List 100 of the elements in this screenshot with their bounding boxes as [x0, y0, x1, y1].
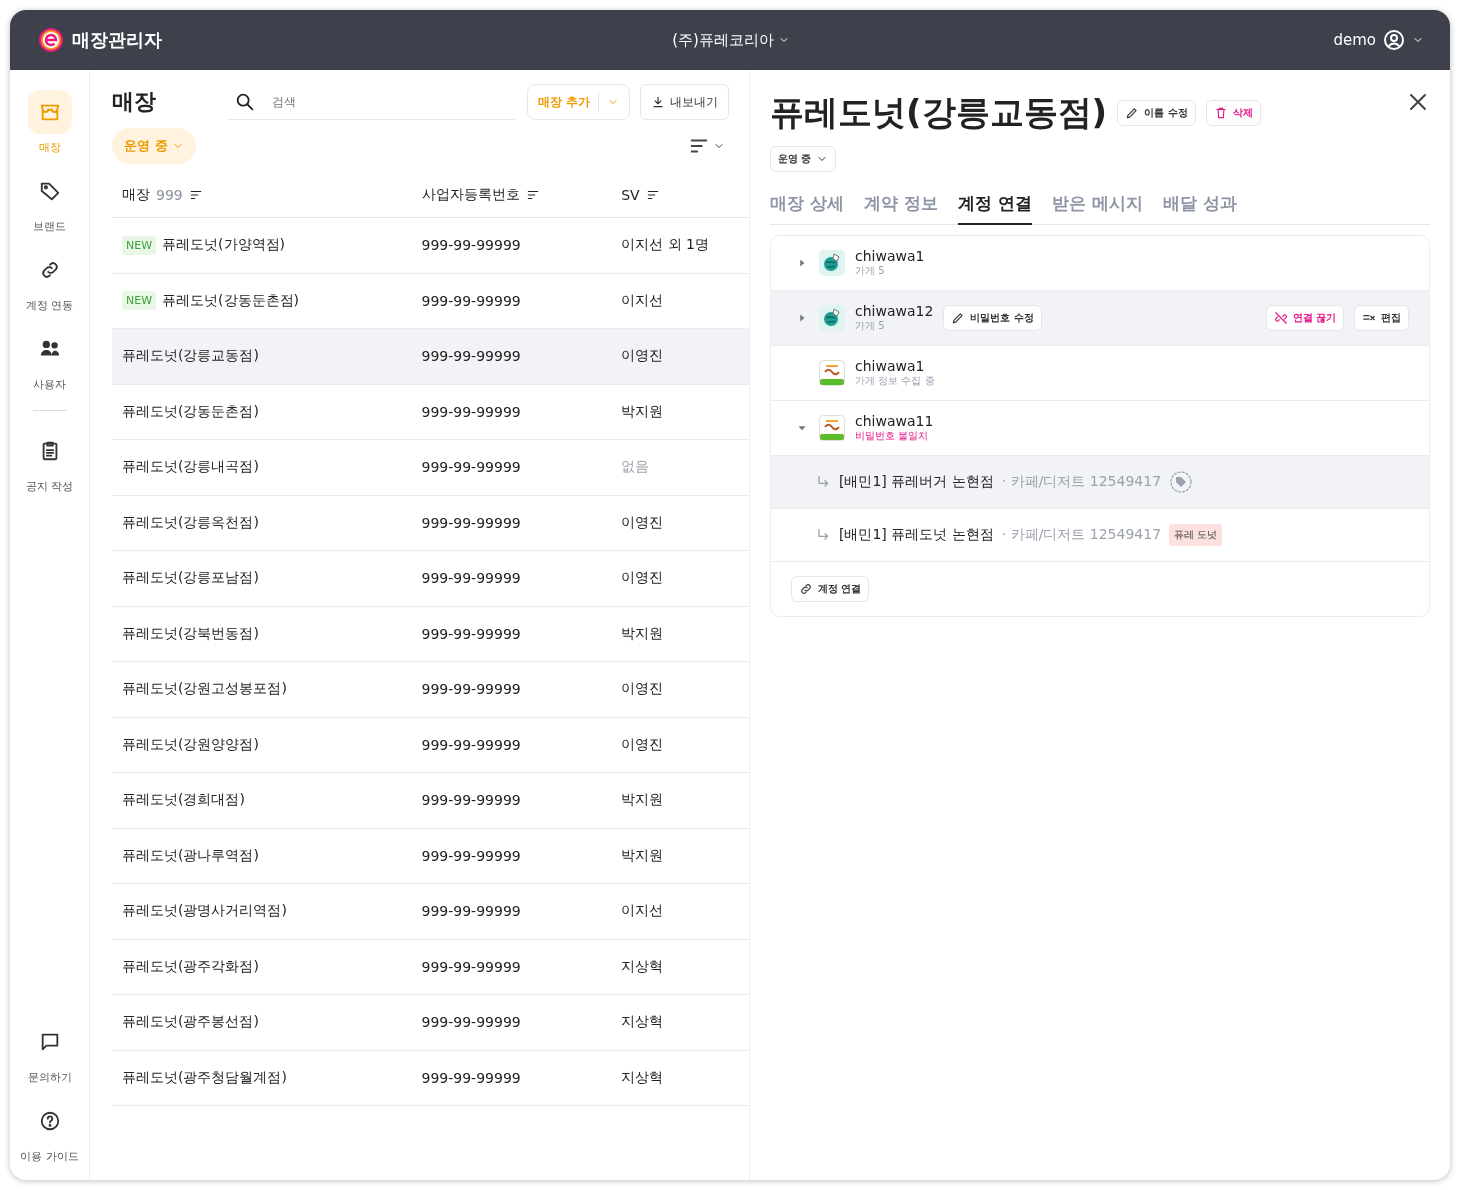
table-row[interactable]: 퓨레도넛(광주각화점) 999-99-99999 지상혁	[112, 939, 749, 995]
table-cell: 퓨레도넛(강릉포남점)	[122, 569, 259, 588]
help-icon	[38, 1110, 61, 1132]
link-account-button[interactable]: 계정 연결	[791, 576, 870, 602]
table-row[interactable]: 퓨레도넛(강릉내곡점) 999-99-99999 없음	[112, 440, 749, 496]
table-cell: 999-99-99999	[421, 625, 521, 642]
unlink-icon	[1273, 311, 1288, 325]
account-status: 비밀번호 불일치	[855, 429, 930, 443]
new-badge: NEW	[122, 235, 157, 255]
nav-item[interactable]: 계정 연동	[14, 248, 85, 313]
new-badge: NEW	[122, 291, 157, 311]
trash-icon	[1213, 106, 1228, 120]
table-cell: 이영진	[621, 569, 664, 588]
edit-password-button[interactable]: 비밀번호 수정	[943, 305, 1042, 331]
platform-icon	[819, 415, 845, 441]
table-cell: 퓨레도넛(경희대점)	[122, 791, 245, 810]
table-row[interactable]: 퓨레도넛(강릉교동점) 999-99-99999 이영진	[112, 329, 749, 385]
table-cell: 지상혁	[621, 957, 664, 976]
account-status: 가게 5	[855, 319, 886, 333]
table-cell: 이영진	[621, 513, 664, 532]
table-cell: 999-99-99999	[421, 403, 521, 420]
nav-item[interactable]: 이용 가이드	[14, 1099, 85, 1164]
rename-button[interactable]: 이름 수정	[1117, 100, 1196, 126]
linked-store-row[interactable]: [배민1] 퓨레버거 논현점 · 카페/디저트 12549417	[771, 456, 1429, 509]
table-row[interactable]: 퓨레도넛(강원고성봉포점) 999-99-99999 이영진	[112, 662, 749, 718]
table-cell: 999-99-99999	[421, 903, 521, 920]
link-icon	[799, 582, 813, 596]
table-cell: 999-99-99999	[421, 1014, 521, 1031]
table-cell: 999-99-99999	[421, 847, 521, 864]
table-row[interactable]: 퓨레도넛(강원양양점) 999-99-99999 이영진	[112, 717, 749, 773]
table-cell: 이지선	[621, 291, 664, 310]
table-cell: 퓨레도넛(광주각화점)	[122, 957, 259, 976]
table-cell: 퓨레도넛(강원양양점)	[122, 735, 259, 754]
account-status: 가게 정보 수집 중	[855, 374, 935, 388]
search-field[interactable]: 검색	[270, 86, 511, 117]
table-row[interactable]: NEW 퓨레도넛(가양역점) 999-99-99999 이지선 외 1명	[112, 218, 749, 274]
table-cell: 지상혁	[621, 1013, 664, 1032]
disconnect-button[interactable]: 연결 끊기	[1265, 305, 1344, 331]
table-cell: 박지원	[621, 402, 664, 421]
export-button[interactable]: 내보내기	[640, 84, 729, 120]
nav-item[interactable]: 공지 작성	[14, 429, 85, 494]
tab[interactable]: 계정 연결	[957, 188, 1032, 225]
user-icon	[1382, 28, 1406, 52]
platform-icon	[819, 305, 845, 331]
table-row[interactable]: 퓨레도넛(광나루역점) 999-99-99999 박지원	[112, 828, 749, 884]
nav-item[interactable]: 문의하기	[14, 1020, 85, 1085]
table-cell: 퓨레도넛(강원고성봉포점)	[122, 680, 287, 699]
pencil-icon	[1125, 106, 1140, 120]
table-cell: 999-99-99999	[421, 292, 521, 309]
company-selector[interactable]: (주)퓨레코리아	[672, 30, 790, 50]
logo-icon	[38, 27, 64, 53]
table-cell: 999-99-99999	[421, 958, 521, 975]
account-id: chiwawa1	[855, 358, 926, 374]
delete-button[interactable]: 삭제	[1205, 100, 1261, 126]
tag-icon	[38, 180, 61, 202]
table-row[interactable]: 퓨레도넛(강릉옥천점) 999-99-99999 이영진	[112, 495, 749, 551]
table-cell: 퓨레도넛(강릉옥천점)	[122, 513, 259, 532]
table-cell: 퓨레도넛(광주봉선점)	[122, 1013, 259, 1032]
table-cell: 퓨레도넛(광명사거리역점)	[122, 902, 287, 921]
nav-item[interactable]: 사용자	[14, 327, 85, 392]
table-cell: 이영진	[621, 347, 664, 366]
column-header[interactable]: SV	[621, 186, 640, 203]
platform-icon	[819, 360, 845, 386]
table-row[interactable]: 퓨레도넛(강릉포남점) 999-99-99999 이영진	[112, 551, 749, 607]
table-row[interactable]: 퓨레도넛(강북번동점) 999-99-99999 박지원	[112, 606, 749, 662]
edit-button[interactable]: 편집	[1354, 305, 1409, 331]
table-row[interactable]: 퓨레도넛(광명사거리역점) 999-99-99999 이지선	[112, 884, 749, 940]
store-title: 퓨레도넛(강릉교동점)	[770, 91, 1108, 134]
table-cell: 999-99-99999	[421, 459, 521, 476]
column-header[interactable]: 매장	[122, 185, 150, 204]
user-menu[interactable]: demo	[1124, 28, 1424, 52]
table-cell: 이영진	[621, 680, 664, 699]
account-row[interactable]: chiwawa1 가게 정보 수집 중	[771, 346, 1429, 401]
table-cell: 퓨레도넛(가양역점)	[162, 236, 285, 255]
column-header[interactable]: 사업자등록번호	[421, 185, 520, 204]
pencil-icon	[951, 311, 966, 325]
table-cell: 퓨레도넛(강동둔촌점)	[122, 402, 259, 421]
table-cell: 999-99-99999	[421, 237, 521, 254]
status-dropdown[interactable]: 운영 중	[770, 146, 837, 172]
store-category: · 카페/디저트 12549417	[1001, 473, 1162, 491]
table-cell: 999-99-99999	[421, 348, 521, 365]
table-cell: 퓨레도넛(광주청담월계점)	[122, 1068, 287, 1087]
table-cell: 999-99-99999	[421, 792, 521, 809]
table-row[interactable]: 퓨레도넛(강동둔촌점) 999-99-99999 박지원	[112, 384, 749, 440]
nav-item[interactable]: 브랜드	[14, 169, 85, 234]
page-title: 매장	[112, 88, 157, 116]
account-row[interactable]: chiwawa12 가게 5 비밀번호 수정 연결 끊기 편집	[771, 291, 1429, 346]
table-cell: 이영진	[621, 735, 664, 754]
table-cell: 999-99-99999	[421, 736, 521, 753]
table-row[interactable]: 퓨레도넛(광주청담월계점) 999-99-99999 지상혁	[112, 1050, 749, 1106]
table-row[interactable]: 퓨레도넛(광주봉선점) 999-99-99999 지상혁	[112, 995, 749, 1051]
app-title: 매장관리자	[72, 28, 162, 52]
linked-store-name: [배민1] 퓨레버거 논현점	[839, 473, 994, 491]
account-id: chiwawa12	[855, 303, 934, 319]
table-cell: 퓨레도넛(광나루역점)	[122, 846, 259, 865]
table-cell: 박지원	[621, 846, 664, 865]
linked-store-row[interactable]: [배민1] 퓨레도넛 논현점 · 카페/디저트 12549417 퓨레 도넛	[771, 509, 1429, 562]
table-cell: 999-99-99999	[421, 681, 521, 698]
store-category: · 카페/디저트 12549417	[1001, 526, 1162, 544]
table-row[interactable]: 퓨레도넛(경희대점) 999-99-99999 박지원	[112, 773, 749, 829]
